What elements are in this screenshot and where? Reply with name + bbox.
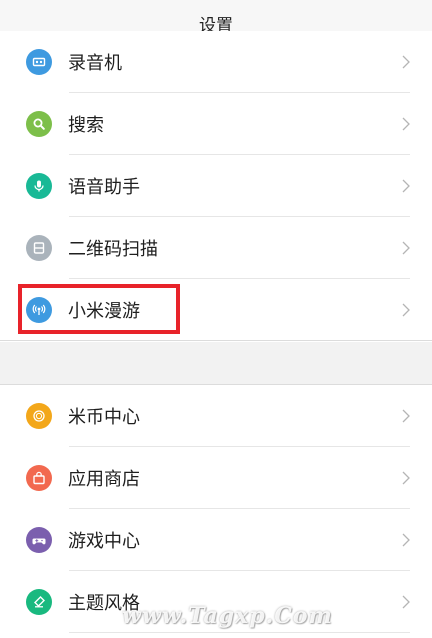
settings-item-mi-coin-center[interactable]: 米币中心 bbox=[0, 385, 432, 447]
chevron-right-icon bbox=[402, 409, 410, 423]
gamepad-icon bbox=[26, 527, 52, 553]
settings-item-qr-scan[interactable]: 二维码扫描 bbox=[0, 217, 432, 279]
recorder-icon bbox=[26, 49, 52, 75]
chevron-right-icon bbox=[402, 595, 410, 609]
settings-item-game-center[interactable]: 游戏中心 bbox=[0, 509, 432, 571]
settings-item-label: 小米漫游 bbox=[68, 301, 140, 322]
settings-item-label: 游戏中心 bbox=[68, 531, 140, 552]
roaming-icon bbox=[26, 297, 52, 323]
chevron-right-icon bbox=[402, 303, 410, 317]
watermark-text: www.Tagxp.Com bbox=[122, 603, 333, 629]
chevron-right-icon bbox=[402, 117, 410, 131]
settings-item-label: 录音机 bbox=[68, 53, 122, 74]
settings-group-apps: 录音机 搜索 语音助手 二维码扫描 小米漫游 bbox=[0, 31, 432, 341]
settings-item-label: 语音助手 bbox=[68, 177, 140, 198]
app-store-icon bbox=[26, 465, 52, 491]
theme-brush-icon bbox=[26, 589, 52, 615]
settings-item-label: 二维码扫描 bbox=[68, 239, 158, 260]
settings-item-recorder[interactable]: 录音机 bbox=[0, 31, 432, 93]
search-icon bbox=[26, 111, 52, 137]
section-divider bbox=[0, 342, 432, 384]
settings-item-label: 米币中心 bbox=[68, 407, 140, 428]
settings-item-voice-assistant[interactable]: 语音助手 bbox=[0, 155, 432, 217]
settings-item-app-store[interactable]: 应用商店 bbox=[0, 447, 432, 509]
chevron-right-icon bbox=[402, 471, 410, 485]
chevron-right-icon bbox=[402, 55, 410, 69]
settings-group-services: 米币中心 应用商店 游戏中心 主题风格 bbox=[0, 384, 432, 633]
mi-coin-icon bbox=[26, 403, 52, 429]
settings-item-search[interactable]: 搜索 bbox=[0, 93, 432, 155]
chevron-right-icon bbox=[402, 241, 410, 255]
microphone-icon bbox=[26, 173, 52, 199]
chevron-right-icon bbox=[402, 179, 410, 193]
settings-item-mi-roaming[interactable]: 小米漫游 bbox=[0, 279, 432, 341]
settings-item-label: 应用商店 bbox=[68, 469, 140, 490]
chevron-right-icon bbox=[402, 533, 410, 547]
settings-item-label: 搜索 bbox=[68, 115, 104, 136]
qr-scan-icon bbox=[26, 235, 52, 261]
